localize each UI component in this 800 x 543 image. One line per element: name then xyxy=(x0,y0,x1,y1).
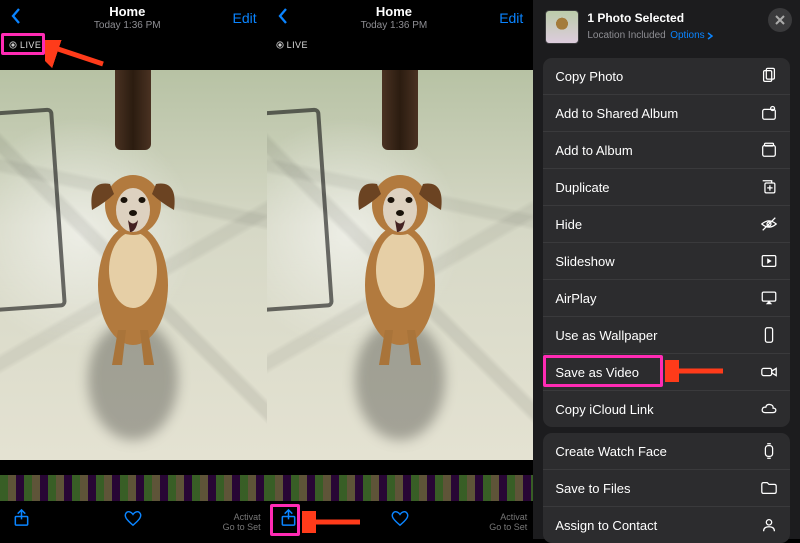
close-icon xyxy=(775,15,785,25)
sheet-options-link[interactable]: Options xyxy=(670,30,712,41)
live-badge: LIVE xyxy=(4,38,46,52)
action-assign-contact[interactable]: Assign to Contact xyxy=(543,506,790,543)
watch-icon xyxy=(760,442,778,460)
live-icon xyxy=(9,41,17,49)
live-badge-text: LIVE xyxy=(20,40,41,50)
action-duplicate[interactable]: Duplicate xyxy=(543,168,790,205)
slideshow-icon xyxy=(760,252,778,270)
action-copy-photo[interactable]: Copy Photo xyxy=(543,58,790,94)
phone-screen-2: Home Today 1:36 PM Edit LIVE ActivatGo t… xyxy=(267,0,534,539)
share-sheet: 1 Photo Selected Location Included Optio… xyxy=(533,0,800,539)
edit-button[interactable]: Edit xyxy=(233,10,257,26)
wallpaper-icon xyxy=(760,326,778,344)
back-icon[interactable] xyxy=(277,7,289,30)
nav-bar: Home Today 1:36 PM Edit xyxy=(267,0,534,33)
hide-icon xyxy=(760,215,778,233)
thumbnail-strip[interactable] xyxy=(267,475,534,501)
page-subtitle: Today 1:36 PM xyxy=(94,20,161,32)
chevron-right-icon xyxy=(707,32,713,40)
icloud-icon xyxy=(760,400,778,418)
action-airplay[interactable]: AirPlay xyxy=(543,279,790,316)
edit-button[interactable]: Edit xyxy=(499,10,523,26)
album-icon xyxy=(760,141,778,159)
share-icon[interactable] xyxy=(12,508,31,532)
favorite-icon[interactable] xyxy=(123,509,143,532)
action-create-watch-face[interactable]: Create Watch Face xyxy=(543,433,790,469)
airplay-icon xyxy=(760,289,778,307)
back-icon[interactable] xyxy=(10,7,22,30)
dog-photo xyxy=(335,150,465,370)
sheet-subtitle: Location Included xyxy=(587,30,665,41)
action-wallpaper[interactable]: Use as Wallpaper xyxy=(543,316,790,353)
share-icon[interactable] xyxy=(279,508,298,532)
watermark: Activat Go to Set xyxy=(223,513,261,533)
copy-icon xyxy=(760,67,778,85)
sheet-header: 1 Photo Selected Location Included Optio… xyxy=(533,0,800,52)
close-button[interactable] xyxy=(768,8,792,32)
watermark: ActivatGo to Set xyxy=(489,513,527,533)
duplicate-icon xyxy=(760,178,778,196)
page-title: Home xyxy=(361,5,428,20)
live-icon xyxy=(276,41,284,49)
dog-photo xyxy=(68,150,198,370)
live-badge-text: LIVE xyxy=(287,40,308,50)
favorite-icon[interactable] xyxy=(390,509,410,532)
video-icon xyxy=(760,363,778,381)
page-title: Home xyxy=(94,5,161,20)
action-copy-icloud-link[interactable]: Copy iCloud Link xyxy=(543,390,790,427)
phone-screen-1: Home Today 1:36 PM Edit LIVE xyxy=(0,0,267,539)
action-add-album[interactable]: Add to Album xyxy=(543,131,790,168)
arrow-annotation xyxy=(665,360,725,382)
photo-viewport[interactable] xyxy=(267,70,534,460)
live-badge: LIVE xyxy=(271,38,313,52)
arrow-annotation xyxy=(45,40,105,70)
contact-icon xyxy=(760,516,778,534)
folder-icon xyxy=(760,479,778,497)
nav-bar: Home Today 1:36 PM Edit xyxy=(0,0,267,33)
action-save-to-files[interactable]: Save to Files xyxy=(543,469,790,506)
sheet-title: 1 Photo Selected xyxy=(587,11,712,25)
action-hide[interactable]: Hide xyxy=(543,205,790,242)
sheet-thumbnail xyxy=(545,10,579,44)
arrow-annotation xyxy=(302,511,362,533)
action-slideshow[interactable]: Slideshow xyxy=(543,242,790,279)
shared-album-icon xyxy=(760,104,778,122)
page-subtitle: Today 1:36 PM xyxy=(361,20,428,32)
action-add-shared-album[interactable]: Add to Shared Album xyxy=(543,94,790,131)
thumbnail-strip[interactable] xyxy=(0,475,267,501)
photo-viewport[interactable] xyxy=(0,70,267,460)
action-group-2: Create Watch Face Save to Files Assign t… xyxy=(543,433,790,543)
